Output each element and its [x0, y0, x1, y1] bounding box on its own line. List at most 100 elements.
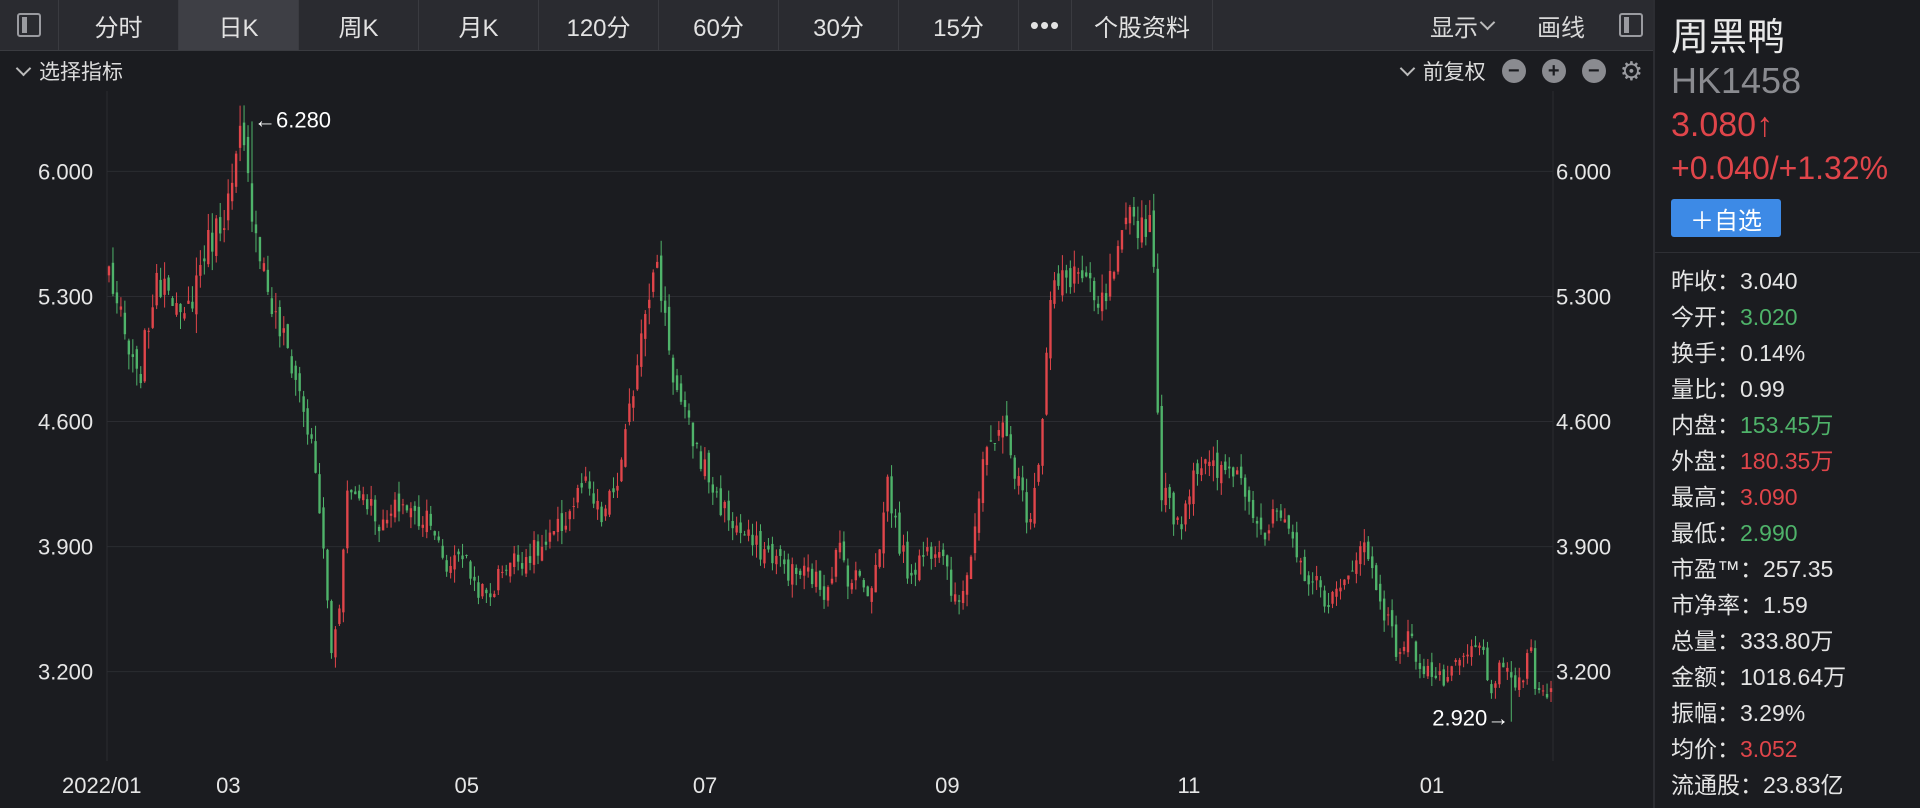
- candle-body: [659, 255, 663, 301]
- more-button[interactable]: •••: [1019, 0, 1072, 50]
- candle-body: [262, 263, 266, 271]
- low-price-label: 2.920→: [1432, 706, 1509, 731]
- candle-body: [1251, 499, 1255, 519]
- candle-body: [1327, 605, 1330, 607]
- candle-body: [1212, 460, 1215, 467]
- candle-body: [453, 555, 456, 570]
- candle-body: [1291, 531, 1294, 539]
- candle-body: [985, 447, 989, 465]
- stat-value: 3.29%: [1740, 700, 1806, 726]
- candle-body: [532, 540, 536, 565]
- collapse-icon[interactable]: −: [1501, 59, 1526, 83]
- candle-body: [934, 554, 937, 558]
- candle-body: [1009, 434, 1012, 456]
- candle-body: [274, 311, 278, 313]
- candle-body: [580, 483, 583, 488]
- candle-body: [866, 586, 869, 597]
- right-panel-toggle-icon[interactable]: [1619, 13, 1643, 37]
- display-dropdown[interactable]: 显示: [1430, 8, 1503, 43]
- candle-body: [771, 543, 774, 564]
- candle-body: [433, 531, 436, 536]
- candle-body: [1235, 470, 1239, 475]
- candle-body: [906, 541, 909, 579]
- tab-monthly-k[interactable]: 月K: [419, 0, 539, 50]
- stat-label: 最低：: [1671, 520, 1740, 546]
- candle-body: [1061, 270, 1064, 296]
- zoom-in-icon[interactable]: +: [1541, 59, 1566, 83]
- candle-body: [524, 557, 528, 574]
- candle-body: [628, 403, 631, 422]
- stat-value: 180.35万: [1740, 448, 1834, 474]
- stat-label: 内盘：: [1671, 412, 1740, 438]
- candle-body: [373, 499, 377, 522]
- candle-body: [246, 136, 250, 174]
- candle-body: [644, 314, 647, 339]
- indicator-selector[interactable]: 选择指标: [14, 56, 123, 86]
- candle-body: [115, 292, 119, 304]
- tab-120min[interactable]: 120分: [539, 0, 659, 50]
- candle-body: [997, 430, 1001, 436]
- tab-30min[interactable]: 30分: [779, 0, 899, 50]
- last-price: 3.080↑: [1671, 106, 1774, 144]
- tab-daily-k[interactable]: 日K: [179, 0, 299, 50]
- candle-body: [1192, 470, 1195, 505]
- candle-body: [489, 593, 492, 598]
- candle-body: [775, 555, 778, 565]
- candle-body: [151, 307, 154, 328]
- candle-body: [945, 555, 949, 567]
- draw-line-button[interactable]: 画线: [1537, 8, 1585, 43]
- candle-body: [449, 565, 452, 573]
- candle-body: [1045, 352, 1048, 415]
- stat-row: 量比：0.99: [1671, 370, 1846, 406]
- candle-body: [473, 576, 476, 581]
- candle-body: [1180, 524, 1183, 530]
- period-toolbar: 分时 日K 周K 月K 120分 60分 30分 15分 ••• 个股资料 显示…: [0, 0, 1653, 51]
- candle-body: [493, 593, 496, 598]
- candle-body: [822, 586, 826, 600]
- add-watchlist-button[interactable]: ＋自选: [1671, 199, 1781, 237]
- candle-body: [1371, 556, 1374, 569]
- gear-icon[interactable]: ⚙: [1620, 56, 1643, 87]
- candle-body: [139, 374, 142, 384]
- left-panel-toggle-button[interactable]: [0, 0, 59, 50]
- candle-body: [417, 506, 421, 527]
- stat-value: 3.052: [1740, 736, 1798, 762]
- candle-body: [1525, 653, 1529, 679]
- candle-body: [957, 600, 961, 602]
- candle-body: [497, 568, 500, 591]
- candle-body: [1216, 452, 1219, 478]
- zoom-out-icon[interactable]: −: [1581, 59, 1606, 83]
- candle-body: [481, 583, 484, 597]
- candle-body: [1363, 542, 1366, 553]
- candle-body: [846, 565, 850, 587]
- candle-body: [1486, 647, 1489, 681]
- candle-body: [203, 258, 206, 262]
- candle-body: [1172, 492, 1175, 525]
- tab-15min[interactable]: 15分: [899, 0, 1019, 50]
- tab-intraday[interactable]: 分时: [59, 0, 179, 50]
- candle-body: [1013, 457, 1016, 479]
- candle-body: [1112, 272, 1116, 279]
- candle-body: [409, 508, 413, 518]
- candle-body: [612, 488, 615, 493]
- tab-60min[interactable]: 60分: [659, 0, 779, 50]
- candle-body: [330, 601, 333, 654]
- candle-body: [918, 555, 921, 581]
- candle-body: [155, 272, 158, 306]
- candle-body: [310, 434, 313, 439]
- candle-body: [1204, 459, 1207, 464]
- candle-body: [802, 565, 806, 576]
- stock-info-tab[interactable]: 个股资料: [1072, 0, 1213, 50]
- y-tick-label-right: 4.600: [1556, 410, 1611, 435]
- candle-body: [624, 429, 627, 467]
- candle-body: [890, 476, 893, 514]
- candle-body: [1518, 677, 1521, 690]
- candlestick-chart[interactable]: 3.200 3.200 3.900 3.900 4.600 4.600 5.300 5.300…: [0, 91, 1653, 808]
- candle-body: [219, 217, 222, 234]
- adjust-dropdown[interactable]: 前复权: [1423, 56, 1486, 86]
- candle-body: [791, 564, 794, 585]
- stat-row: 流通股：23.83亿: [1671, 766, 1846, 802]
- candle-body: [107, 266, 111, 276]
- tab-weekly-k[interactable]: 周K: [299, 0, 419, 50]
- candle-body: [425, 510, 428, 533]
